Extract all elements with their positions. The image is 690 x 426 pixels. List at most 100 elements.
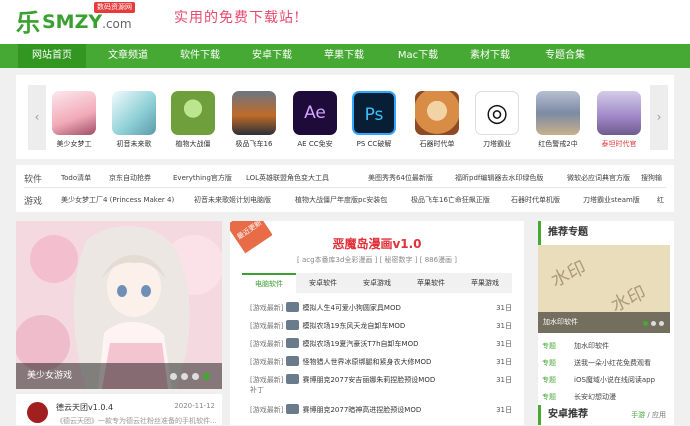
nav-home[interactable]: 网站首页	[18, 44, 86, 68]
logo-domain: .com	[102, 17, 132, 31]
games-links: 美少女梦工厂4 (Princess Maker 4) 初音未来歌姬计划电脑版 植…	[61, 195, 671, 205]
app-name: PS CC破解	[356, 140, 392, 148]
carousel-next-button[interactable]: ›	[650, 85, 668, 150]
quick-links: 软件 Todo清单 京东自动抢券 Everything官方版 LOL英雄联盟角色…	[16, 165, 674, 212]
topic-text: 加水印软件	[574, 342, 609, 350]
carousel-prev-button[interactable]: ‹	[28, 85, 46, 150]
news-tabs: 电脑软件 安卓软件 安卓游戏 苹果软件 苹果游戏	[242, 273, 512, 293]
game-link[interactable]: 极品飞车16亡命狂飙正版	[411, 195, 490, 205]
news-category: [游戏最新]	[250, 406, 284, 414]
news-category: [游戏最新]	[250, 358, 284, 366]
tab-mobile-games[interactable]: 手游	[631, 411, 645, 419]
app-item[interactable]: Ps PS CC破解	[349, 91, 399, 148]
tab-android-software[interactable]: 安卓软件	[296, 273, 350, 293]
app-name: 美少女梦工	[56, 140, 92, 148]
steam-icon: ◎	[475, 91, 519, 135]
site-logo-mark[interactable]: 乐	[16, 11, 44, 35]
software-link[interactable]: LOL英雄联盟角色变大工具	[246, 173, 329, 183]
news-title: 模拟农场19东风天龙自卸车MOD	[302, 322, 406, 330]
news-category: 补丁	[250, 386, 264, 394]
news-row[interactable]: [游戏最新] 赛博朋克2077暗神高进捏脸预设MOD 31日	[250, 402, 512, 419]
tab-ios-software[interactable]: 苹果软件	[404, 273, 458, 293]
pager-dot[interactable]	[192, 373, 199, 380]
software-link[interactable]: 京东自动抢券	[109, 173, 151, 183]
site-logo[interactable]: SMZY.com	[42, 12, 132, 34]
pager-dot-active[interactable]	[203, 373, 210, 380]
app-name: 刀塔霸业	[483, 140, 511, 148]
nav-android[interactable]: 安卓下载	[238, 44, 306, 68]
red-alert-icon	[536, 91, 580, 135]
news-row[interactable]: [游戏最新] 模拟农场19东风天龙自卸车MOD 31日	[250, 318, 512, 335]
latest-item[interactable]: 德云天团v1.0.4 2020-11-12 《德云天团》一款专为德云社粉丝准备的…	[16, 394, 222, 425]
news-category: [游戏最新]	[250, 376, 284, 384]
topic-item[interactable]: 专题 iOS魔域小说在线阅读app	[538, 372, 670, 389]
news-title: 赛博朋克2077暗神高进捏脸预设MOD	[302, 406, 422, 414]
app-item[interactable]: 美少女梦工	[49, 91, 99, 148]
titan-icon	[597, 91, 641, 135]
app-item[interactable]: 红色警戒2中	[533, 91, 583, 148]
nav-assets[interactable]: 素材下载	[456, 44, 524, 68]
software-link[interactable]: 福昕pdf编辑器去水印绿色版	[455, 173, 543, 183]
recommended-topics-title: 推荐专题	[538, 221, 588, 245]
app-name: 初音未来歌	[116, 140, 152, 148]
topic-tag: 专题	[542, 342, 556, 350]
game-link[interactable]: 石器时代单机版	[511, 195, 560, 205]
software-link[interactable]: Everything官方版	[173, 173, 232, 183]
app-item[interactable]: 植物大战僵	[168, 91, 218, 148]
sidebar: 推荐专题 水印 水印 加水印软件 专题 加水印软件 专题 送我一朵小红花免费观看 专…	[538, 221, 674, 425]
app-item[interactable]: ◎ 刀塔霸业	[472, 91, 522, 148]
watermark-text: 水印	[547, 257, 590, 292]
game-link[interactable]: 初音未来歌姬计划电脑版	[194, 195, 271, 205]
software-link[interactable]: 美图秀秀64位最新版	[368, 173, 433, 183]
photoshop-icon: Ps	[352, 91, 396, 135]
topic-item[interactable]: 专题 送我一朵小红花免费观看	[538, 355, 670, 372]
news-headline[interactable]: 恶魔岛漫画v1.0	[230, 235, 524, 252]
app-name: 极品飞车16	[235, 140, 273, 148]
pager-dot[interactable]	[181, 373, 188, 380]
app-item[interactable]: 初音未来歌	[109, 91, 159, 148]
game-link[interactable]: 植物大战僵尸年度版pc安装包	[295, 195, 387, 205]
pager-dot[interactable]	[170, 373, 177, 380]
game-link[interactable]: 美少女梦工厂4 (Princess Maker 4)	[61, 195, 174, 205]
deyun-app-icon	[27, 402, 48, 423]
nav-articles[interactable]: 文章频道	[94, 44, 162, 68]
main-nav: 网站首页 文章频道 软件下载 安卓下载 苹果下载 Mac下载 素材下载 专题合集	[0, 44, 690, 68]
latest-item-date: 2020-11-12	[174, 402, 215, 410]
banner-pager	[170, 373, 210, 380]
news-row[interactable]: [游戏最新] 模拟农场19夏汽豪沃T7h自卸车MOD 31日	[250, 336, 512, 353]
game-link[interactable]: 刀塔霸业steam版	[583, 195, 640, 205]
topic-item[interactable]: 专题 长安幻想动漫	[538, 389, 670, 406]
news-subtitle[interactable]: [ acg本番库3d全彩漫画 ] [ 秘密数字 ] [ 886漫画 ]	[230, 255, 524, 265]
app-item[interactable]: Ae AE CC免安	[290, 91, 340, 148]
app-item[interactable]: 泰坦时代官	[594, 91, 644, 148]
pager-dot-active[interactable]	[643, 321, 648, 326]
tab-android-games[interactable]: 安卓游戏	[350, 273, 404, 293]
pager-dot[interactable]	[659, 321, 664, 326]
topic-item[interactable]: 专题 加水印软件	[538, 338, 670, 355]
racing-car-icon	[232, 91, 276, 135]
news-row[interactable]: [游戏最新] 模拟人生4可爱小狗圆家具MOD 31日	[250, 300, 512, 317]
pager-dot[interactable]	[651, 321, 656, 326]
nav-topics[interactable]: 专题合集	[531, 44, 599, 68]
software-link[interactable]: 搜狗输	[641, 173, 662, 183]
app-name: 植物大战僵	[175, 140, 211, 148]
tab-pc-software[interactable]: 电脑软件	[242, 273, 296, 293]
anime-girl-icon	[52, 91, 96, 135]
news-date: 31日	[496, 304, 512, 312]
nav-apple[interactable]: 苹果下载	[310, 44, 378, 68]
games-row-label: 游戏	[24, 197, 43, 207]
news-thumbnail	[286, 320, 300, 330]
game-link[interactable]: 红	[657, 195, 664, 205]
news-row[interactable]: [游戏最新] 怪物猎人世界冰原绑腿和紧身衣大修MOD 31日	[250, 354, 512, 371]
app-item[interactable]: 石器时代单	[412, 91, 462, 148]
nav-software[interactable]: 软件下载	[166, 44, 234, 68]
featured-banner[interactable]: 美少女游戏	[16, 221, 222, 389]
nav-mac[interactable]: Mac下载	[384, 44, 452, 68]
topic-text: iOS魔域小说在线阅读app	[574, 376, 656, 384]
software-link[interactable]: Todo清单	[61, 173, 91, 183]
tab-ios-games[interactable]: 苹果游戏	[458, 273, 512, 293]
topic-banner[interactable]: 水印 水印 加水印软件	[538, 245, 670, 333]
software-link[interactable]: 微软必应词典官方版	[567, 173, 630, 183]
app-item[interactable]: 极品飞车16	[229, 91, 279, 148]
tab-apps[interactable]: 应用	[652, 411, 666, 419]
